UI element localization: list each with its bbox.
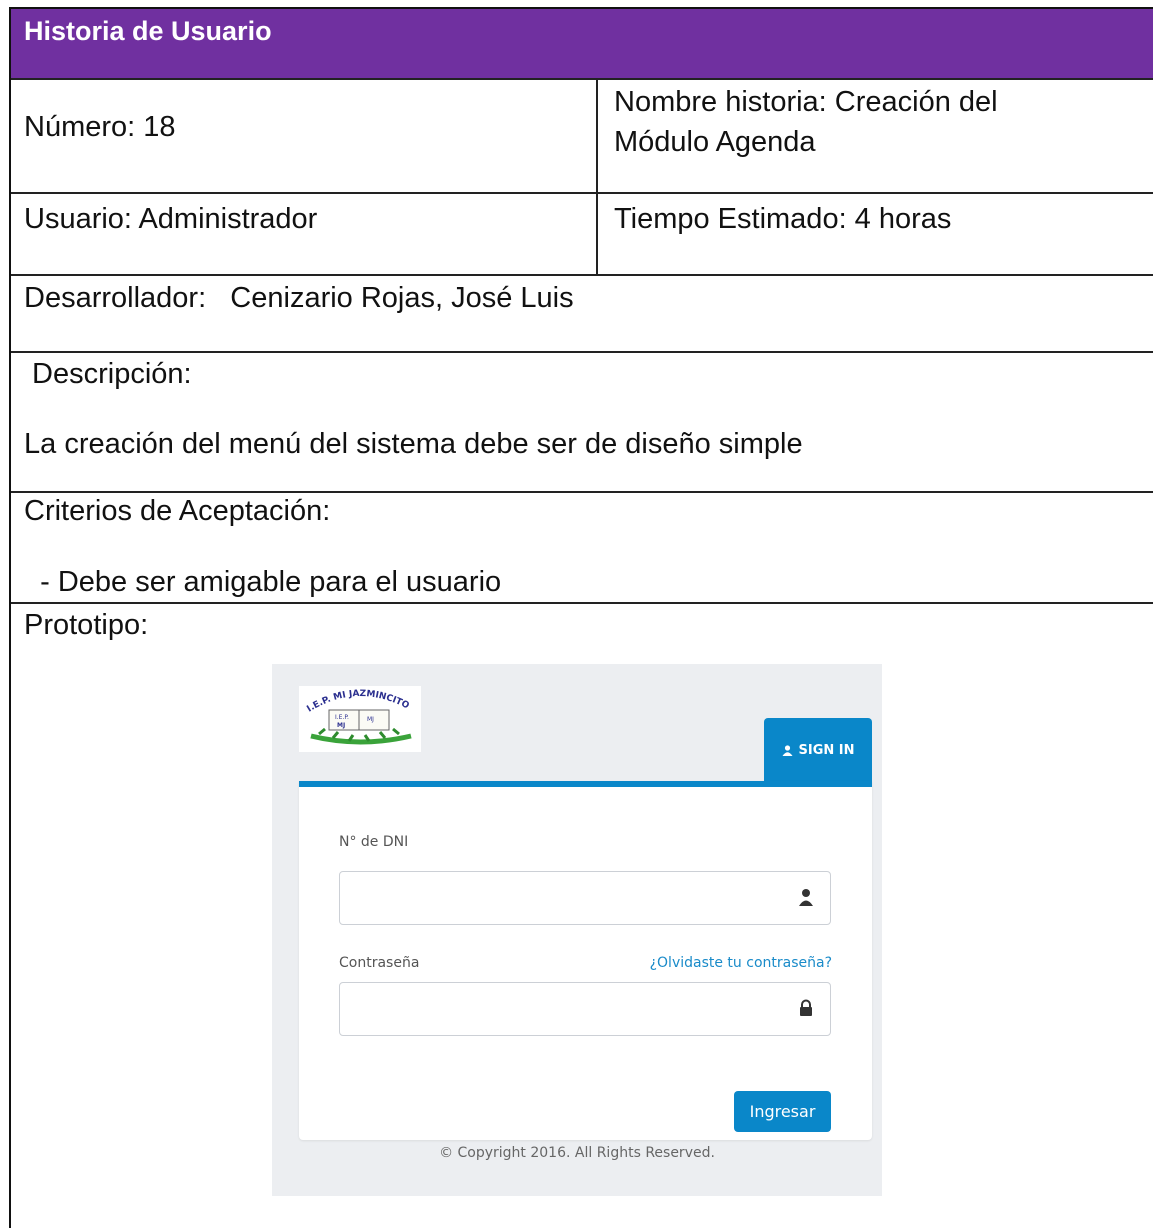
row-criteria: Criterios de Aceptación: - Debe ser amig…	[11, 493, 1153, 604]
criteria-item: - Debe ser amigable para el usuario	[24, 566, 502, 598]
prototype-label: Prototipo:	[24, 609, 149, 641]
column-divider	[596, 80, 598, 194]
lock-icon	[800, 999, 812, 1016]
table-title: Historia de Usuario	[24, 16, 272, 46]
login-prototype: I.E.P. MI JAZMINCITO I.E.P. MJ MJ SIGN I…	[272, 664, 882, 1196]
password-label: Contraseña	[339, 955, 420, 971]
tab-sign-in-label: SIGN IN	[798, 742, 855, 758]
logo-book-right: MJ	[367, 716, 374, 723]
column-divider	[596, 194, 598, 276]
copyright-text: © Copyright 2016. All Rights Reserved.	[439, 1145, 715, 1161]
row-developer: Desarrollador: Cenizario Rojas, José Lui…	[11, 276, 1153, 353]
user-icon	[799, 889, 813, 906]
row-user-time: Usuario: Administrador Tiempo Estimado: …	[11, 194, 1153, 276]
story-estimated-time: Tiempo Estimado: 4 horas	[614, 203, 952, 235]
story-name-line1: Nombre historia: Creación del	[614, 86, 998, 118]
row-number-name: Número: 18 Nombre historia: Creación del…	[11, 80, 1153, 194]
logo-book-left: I.E.P.	[335, 714, 349, 721]
criteria-label: Criterios de Aceptación:	[24, 495, 331, 527]
logo-book-left2: MJ	[337, 722, 345, 729]
logo-graphic: I.E.P. MI JAZMINCITO I.E.P. MJ MJ	[305, 689, 412, 745]
login-card: N° de DNI Contraseña ¿Olvidaste tu contr…	[299, 781, 872, 1140]
password-input[interactable]	[339, 982, 831, 1036]
dni-input[interactable]	[339, 871, 831, 925]
story-number: Número: 18	[24, 111, 176, 143]
description-label: Descripción:	[24, 358, 192, 390]
table-header: Historia de Usuario	[11, 9, 1153, 80]
dni-label: N° de DNI	[339, 834, 409, 850]
story-user: Usuario: Administrador	[24, 203, 318, 235]
story-developer: Desarrollador: Cenizario Rojas, José Lui…	[24, 282, 574, 314]
school-logo: I.E.P. MI JAZMINCITO I.E.P. MJ MJ	[299, 686, 421, 752]
user-icon	[782, 744, 792, 756]
row-description: Descripción: La creación del menú del si…	[11, 353, 1153, 493]
description-text: La creación del menú del sistema debe se…	[24, 428, 803, 460]
tab-sign-in[interactable]: SIGN IN	[764, 718, 872, 782]
story-name-line2: Módulo Agenda	[614, 126, 816, 158]
login-submit-button[interactable]: Ingresar	[734, 1091, 831, 1132]
forgot-password-link[interactable]: ¿Olvidaste tu contraseña?	[650, 955, 832, 971]
